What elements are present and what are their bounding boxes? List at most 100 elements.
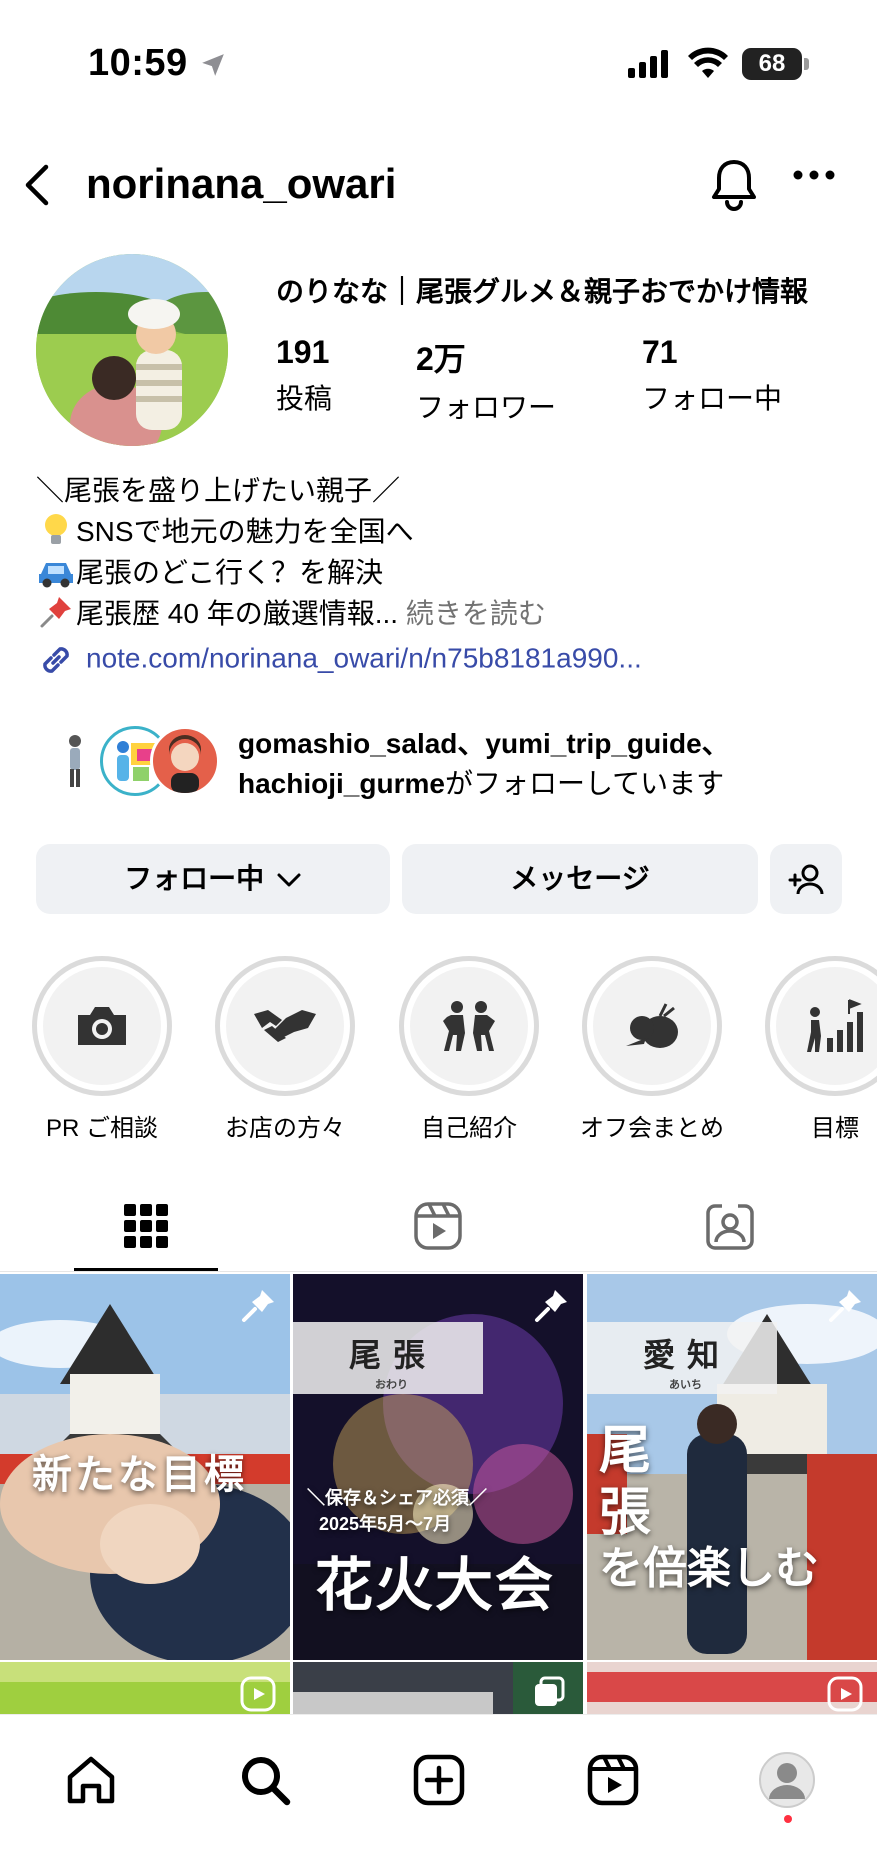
bio-read-more-link[interactable]: 続きを読む	[406, 598, 546, 629]
suggest-users-button[interactable]	[770, 844, 842, 914]
mutual-names: gomashio_salad、yumi_trip_guide、	[238, 728, 730, 759]
camera-icon	[43, 967, 161, 1085]
lightbulb-icon	[36, 511, 76, 552]
stat-following-label: フォロー中	[642, 383, 783, 414]
reels-icon	[587, 1754, 639, 1806]
mutual-avatars	[50, 726, 230, 802]
post-2-tag-sub: おわり	[375, 1379, 408, 1391]
cellular-signal-icon	[628, 50, 668, 78]
tagged-person-icon	[706, 1203, 754, 1250]
post-tile[interactable]: 愛知 あいち 尾 張 を倍楽しむ	[587, 1274, 877, 1660]
following-button[interactable]: フォロー中	[36, 844, 390, 914]
post-1-title: 新たな目標	[32, 1453, 247, 1497]
message-button-label: メッセージ	[510, 863, 650, 894]
post-tile[interactable]: 尾張 おわり ＼保存＆シェア必須／ 2025年5月～7月 花火大会	[293, 1274, 583, 1660]
profile-display-name: のりなな｜尾張グルメ＆親子おでかけ情報	[276, 276, 809, 307]
status-time: 10:59	[88, 42, 188, 84]
stat-following-value: 71	[642, 334, 678, 370]
status-bar: 10:59 68	[0, 0, 877, 120]
bio-line-4-text: 尾張歴 40 年の厳選情報...	[76, 598, 399, 629]
notification-dot	[784, 1815, 792, 1823]
post-tile[interactable]	[293, 1662, 583, 1714]
nav-home[interactable]	[56, 1745, 126, 1815]
search-icon	[242, 1757, 291, 1806]
carousel-icon	[535, 1676, 565, 1706]
add-person-icon	[788, 864, 824, 895]
highlight-ring	[32, 956, 172, 1096]
highlight-ring	[399, 956, 539, 1096]
profile-avatar[interactable]	[36, 254, 228, 446]
more-options-icon[interactable]	[792, 168, 836, 182]
highlight-goal[interactable]: 目標	[760, 956, 877, 1143]
highlight-pr[interactable]: PR ご相談	[27, 956, 177, 1143]
reel-icon	[240, 1676, 276, 1712]
highlight-ring	[215, 956, 355, 1096]
mutual-followers[interactable]: gomashio_salad、yumi_trip_guide、 hachioji…	[50, 722, 850, 812]
tab-posts-grid[interactable]	[116, 1196, 176, 1256]
profile-header: norinana_owari	[0, 150, 877, 220]
handshake-icon	[226, 967, 344, 1085]
tab-reels[interactable]	[408, 1196, 468, 1256]
mutual-avatar-3	[150, 726, 220, 796]
notification-bell-icon[interactable]	[708, 156, 760, 212]
post-tile[interactable]	[0, 1662, 290, 1714]
highlight-ring	[765, 956, 877, 1096]
highlight-label: 目標	[811, 1115, 859, 1142]
people-icon	[410, 967, 528, 1085]
highlight-label: お店の方々	[225, 1115, 345, 1142]
avatar-photo	[36, 254, 228, 446]
highlight-offkai[interactable]: オフ会まとめ	[577, 956, 727, 1143]
stat-posts: 191 投稿	[276, 334, 332, 417]
bottom-navigation	[0, 1714, 877, 1867]
profile-bio: ＼尾張を盛り上げたい親子／ SNSで地元の魅力を全国へ 尾張のどこ行く？を解決 …	[36, 470, 546, 634]
home-icon	[67, 1756, 115, 1804]
highlight-label: 自己紹介	[421, 1115, 517, 1142]
post-2-sub: ＼保存＆シェア必須／	[307, 1488, 487, 1508]
highlight-shops[interactable]: お店の方々	[210, 956, 360, 1143]
vegetables-icon	[593, 967, 711, 1085]
growth-icon	[776, 967, 877, 1085]
profile-username: norinana_owari	[86, 160, 397, 207]
bio-line-3-text: 尾張のどこ行く？を解決	[76, 557, 384, 588]
back-chevron-icon[interactable]	[18, 162, 58, 208]
reel-icon	[827, 1676, 863, 1712]
chevron-down-icon	[277, 873, 301, 887]
nav-create[interactable]	[404, 1745, 474, 1815]
message-button[interactable]: メッセージ	[402, 844, 758, 914]
post-3-tag-sub: あいち	[669, 1379, 702, 1391]
stat-following[interactable]: 71 フォロー中	[642, 334, 782, 417]
location-arrow-icon	[202, 54, 224, 76]
posts-grid: 新たな目標 尾張 おわり ＼保存＆シェア必須／ 2025年5月～7月 花火大会	[0, 1274, 877, 1714]
bio-line-1: ＼尾張を盛り上げたい親子／	[36, 475, 401, 506]
pinned-icon	[829, 1290, 861, 1322]
post-3-tag: 愛知	[643, 1337, 732, 1373]
bio-line-2: SNSで地元の魅力を全国へ	[36, 511, 546, 552]
profile-external-link[interactable]: note.com/norinana_owari/n/n75b8181a990..…	[36, 640, 642, 680]
pinned-icon	[535, 1290, 567, 1322]
nav-reels[interactable]	[578, 1745, 648, 1815]
profile-avatar-icon	[759, 1752, 815, 1808]
car-icon	[36, 552, 76, 593]
wifi-icon	[688, 47, 728, 78]
battery-cap	[804, 58, 809, 70]
post-tile[interactable]	[587, 1662, 877, 1714]
profile-tabs	[0, 1180, 877, 1272]
grid-icon	[124, 1204, 168, 1248]
nav-search[interactable]	[230, 1745, 300, 1815]
bio-line-4: 尾張歴 40 年の厳選情報... 続きを読む	[36, 593, 546, 634]
mutual-followers-text: gomashio_salad、yumi_trip_guide、 hachioji…	[238, 724, 730, 804]
reels-icon	[414, 1202, 462, 1250]
following-button-label: フォロー中	[124, 863, 265, 894]
post-2-main: 花火大会	[315, 1553, 556, 1618]
post-2-tag: 尾張	[349, 1337, 438, 1373]
active-tab-indicator	[74, 1268, 218, 1271]
post-tile[interactable]: 新たな目標	[0, 1274, 290, 1660]
tab-tagged[interactable]	[700, 1196, 760, 1256]
bio-line-3: 尾張のどこ行く？を解決	[36, 552, 546, 593]
post-2-date: 2025年5月～7月	[319, 1514, 452, 1534]
nav-profile[interactable]	[752, 1745, 822, 1815]
stat-followers[interactable]: 2万 フォロワー	[416, 334, 556, 426]
profile-link-text: note.com/norinana_owari/n/n75b8181a990..…	[86, 642, 642, 674]
link-icon	[43, 647, 69, 673]
highlight-intro[interactable]: 自己紹介	[394, 956, 544, 1143]
